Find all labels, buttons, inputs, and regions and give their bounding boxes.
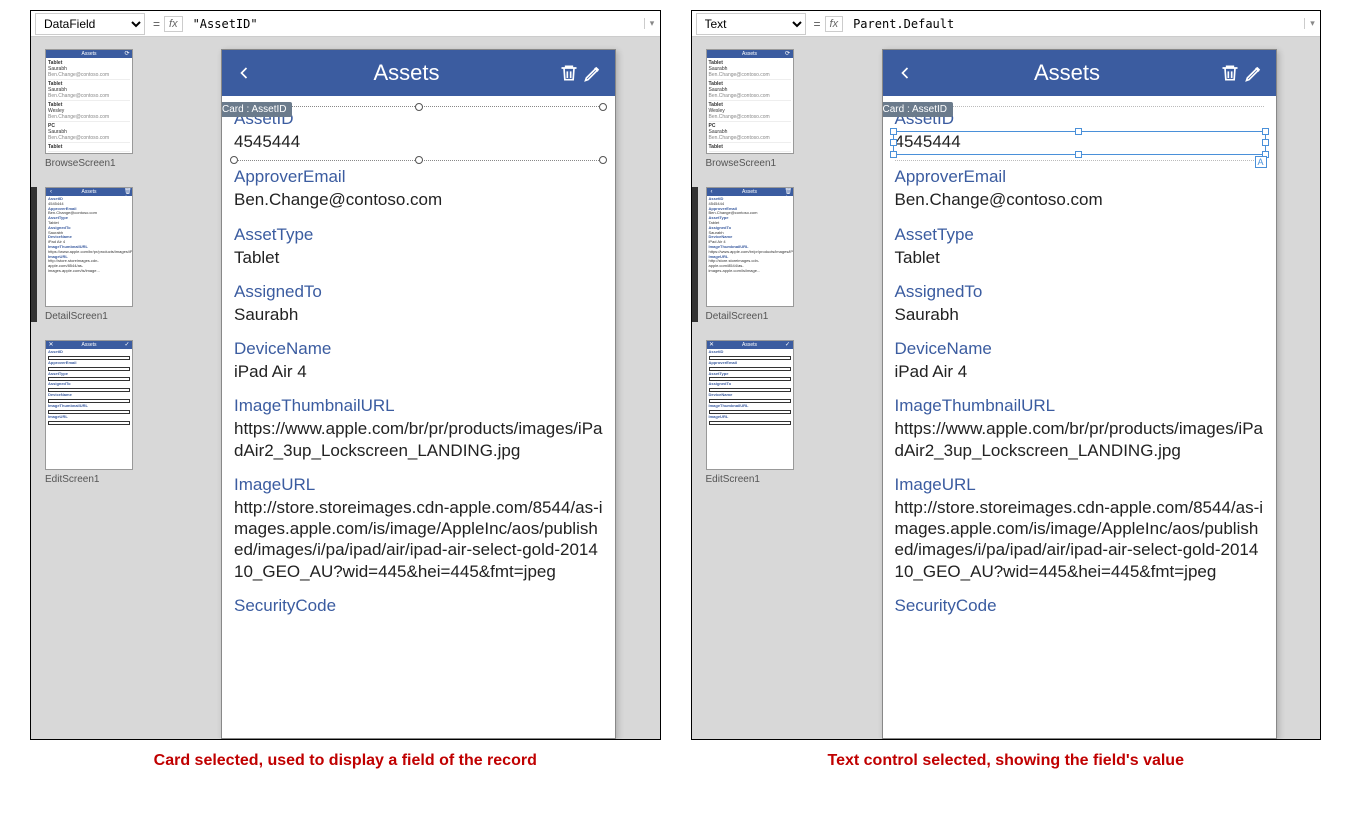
field-value[interactable]: https://www.apple.com/br/pr/products/ima… xyxy=(234,418,603,461)
field-card[interactable]: ApproverEmail Ben.Change@contoso.com xyxy=(895,161,1264,218)
phone-header: Assets xyxy=(222,50,615,96)
thumb-edit-screen[interactable]: ✕Assets✓ AssetID ApproverEmail AssetType… xyxy=(706,340,824,485)
field-card[interactable]: AssetType Tablet xyxy=(895,219,1264,276)
field-value[interactable]: iPad Air 4 xyxy=(895,361,1264,382)
field-card[interactable]: DeviceName iPad Air 4 xyxy=(895,333,1264,390)
thumb-label: EditScreen1 xyxy=(706,474,824,485)
field-value[interactable]: 4545444 xyxy=(895,131,1264,152)
workspace: Assets⟳ + TabletSaurabhBen.Change@contos… xyxy=(692,37,1321,739)
back-icon[interactable] xyxy=(893,61,917,85)
field-value[interactable]: Ben.Change@contoso.com xyxy=(895,189,1264,210)
field-value[interactable]: Tablet xyxy=(895,247,1264,268)
thumb-detail-screen[interactable]: ‹Assets🗑 ✎ AssetID4545444 ApproverEmailB… xyxy=(706,187,824,322)
edit-icon[interactable] xyxy=(581,61,605,85)
field-label[interactable]: ImageThumbnailURL xyxy=(234,396,603,416)
field-label[interactable]: ImageURL xyxy=(234,475,603,495)
delete-icon[interactable] xyxy=(1218,61,1242,85)
field-value[interactable]: iPad Air 4 xyxy=(234,361,603,382)
field-label[interactable]: SecurityCode xyxy=(234,596,603,616)
field-card[interactable]: ImageThumbnailURL https://www.apple.com/… xyxy=(234,390,603,469)
field-card[interactable]: AssignedTo Saurabh xyxy=(895,276,1264,333)
field-value[interactable]: http://store.storeimages.cdn-apple.com/8… xyxy=(234,497,603,582)
formula-bar: DataField = fx ▾ xyxy=(31,11,660,37)
formula-expand-button[interactable]: ▾ xyxy=(1304,18,1320,29)
field-label[interactable]: DeviceName xyxy=(895,339,1264,359)
thumb-edit-screen[interactable]: ✕Assets✓ AssetID ApproverEmail AssetType… xyxy=(45,340,163,485)
field-label[interactable]: AssignedTo xyxy=(234,282,603,302)
card-tag[interactable]: Card : AssetID xyxy=(882,102,953,117)
fields-container: AssetID 4545444 ApproverEmail Ben.Change… xyxy=(222,96,615,624)
field-value[interactable]: Saurabh xyxy=(895,304,1264,325)
thumbnail-column: Assets⟳ + TabletSaurabhBen.Change@contos… xyxy=(692,37,832,739)
phone-title: Assets xyxy=(917,60,1218,86)
field-label[interactable]: ApproverEmail xyxy=(895,167,1264,187)
field-label[interactable]: ApproverEmail xyxy=(234,167,603,187)
back-icon[interactable] xyxy=(232,61,256,85)
design-canvas[interactable]: Assets Card : AssetID xyxy=(171,37,660,739)
field-card[interactable]: ImageURL http://store.storeimages.cdn-ap… xyxy=(895,469,1264,590)
field-card[interactable]: ApproverEmail Ben.Change@contoso.com xyxy=(234,161,603,218)
equals-sign: = xyxy=(149,17,164,31)
field-label[interactable]: AssetType xyxy=(895,225,1264,245)
field-label[interactable]: AssetType xyxy=(234,225,603,245)
formula-input[interactable] xyxy=(847,15,1304,33)
thumb-detail-screen[interactable]: ‹Assets🗑 ✎ AssetID4545444 ApproverEmailB… xyxy=(45,187,163,322)
workspace: Assets⟳ + TabletSaurabhBen.Change@contos… xyxy=(31,37,660,739)
fx-label[interactable]: fx xyxy=(825,16,844,32)
field-label[interactable]: DeviceName xyxy=(234,339,603,359)
right-caption: Text control selected, showing the field… xyxy=(691,752,1322,770)
field-value[interactable]: Saurabh xyxy=(234,304,603,325)
phone-preview: Assets Card : AssetID AssetID 4545444 xyxy=(882,49,1277,739)
field-card[interactable]: ImageURL http://store.storeimages.cdn-ap… xyxy=(234,469,603,590)
field-value[interactable]: http://store.storeimages.cdn-apple.com/8… xyxy=(895,497,1264,582)
formula-bar: Text = fx ▾ xyxy=(692,11,1321,37)
field-card[interactable]: AssignedTo Saurabh xyxy=(234,276,603,333)
phone-header: Assets xyxy=(883,50,1276,96)
thumb-browse-screen[interactable]: Assets⟳ + TabletSaurabhBen.Change@contos… xyxy=(45,49,163,169)
left-caption: Card selected, used to display a field o… xyxy=(30,752,661,770)
thumb-label: BrowseScreen1 xyxy=(706,158,824,169)
field-card[interactable]: SecurityCode xyxy=(234,590,603,616)
field-value[interactable]: Ben.Change@contoso.com xyxy=(234,189,603,210)
property-dropdown[interactable]: Text xyxy=(696,13,806,35)
thumb-label: EditScreen1 xyxy=(45,474,163,485)
field-value[interactable]: https://www.apple.com/br/pr/products/ima… xyxy=(895,418,1264,461)
field-label[interactable]: ImageThumbnailURL xyxy=(895,396,1264,416)
right-panel: Text = fx ▾ Assets⟳ + TabletSaurabhBen.C… xyxy=(691,10,1322,740)
field-card[interactable]: AssetType Tablet xyxy=(234,219,603,276)
field-card[interactable]: DeviceName iPad Air 4 xyxy=(234,333,603,390)
field-label[interactable]: SecurityCode xyxy=(895,596,1264,616)
design-canvas[interactable]: Assets Card : AssetID AssetID 4545444 xyxy=(832,37,1321,739)
formula-input[interactable] xyxy=(187,15,644,33)
delete-icon[interactable] xyxy=(557,61,581,85)
thumb-label: DetailScreen1 xyxy=(45,311,163,322)
equals-sign: = xyxy=(810,17,825,31)
field-value[interactable]: Tablet xyxy=(234,247,603,268)
thumb-label: BrowseScreen1 xyxy=(45,158,163,169)
thumb-label: DetailScreen1 xyxy=(706,311,824,322)
field-card[interactable]: ImageThumbnailURL https://www.apple.com/… xyxy=(895,390,1264,469)
field-label[interactable]: ImageURL xyxy=(895,475,1264,495)
fields-container: AssetID 4545444 A xyxy=(883,96,1276,624)
thumb-browse-screen[interactable]: Assets⟳ + TabletSaurabhBen.Change@contos… xyxy=(706,49,824,169)
field-card[interactable]: SecurityCode xyxy=(895,590,1264,616)
field-value[interactable]: 4545444 xyxy=(234,131,603,152)
fx-label[interactable]: fx xyxy=(164,16,183,32)
property-dropdown[interactable]: DataField xyxy=(35,13,145,35)
field-label[interactable]: AssignedTo xyxy=(895,282,1264,302)
edit-icon[interactable] xyxy=(1242,61,1266,85)
left-panel: DataField = fx ▾ Assets⟳ + TabletSaurabh… xyxy=(30,10,661,740)
phone-title: Assets xyxy=(256,60,557,86)
thumbnail-column: Assets⟳ + TabletSaurabhBen.Change@contos… xyxy=(31,37,171,739)
formula-expand-button[interactable]: ▾ xyxy=(644,18,660,29)
card-tag[interactable]: Card : AssetID xyxy=(221,102,292,117)
phone-preview: Assets Card : AssetID xyxy=(221,49,616,739)
